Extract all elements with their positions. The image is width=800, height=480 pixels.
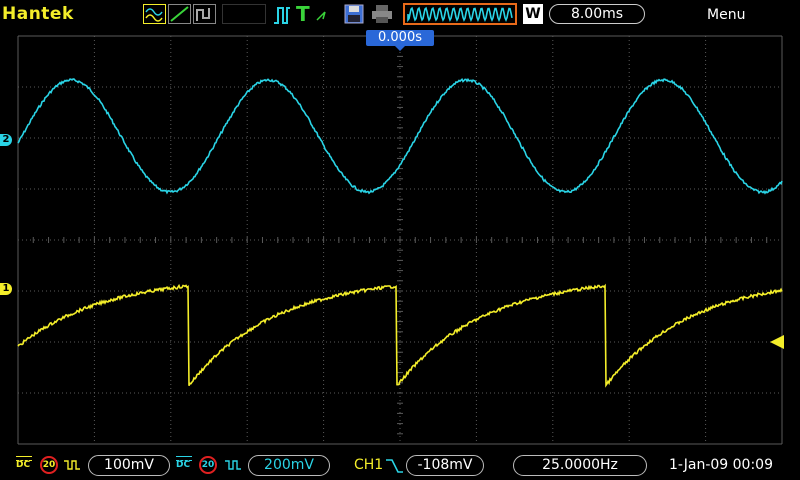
- save-icon[interactable]: [343, 3, 365, 25]
- pulse-icon: [274, 7, 290, 24]
- brand-logo: Hantek: [2, 4, 74, 24]
- ch1-coupling-indicator: DC: [16, 456, 32, 470]
- waveform-display[interactable]: [0, 0, 800, 480]
- memory-waveform-icon[interactable]: [403, 3, 517, 25]
- ch2-coupling-label: DC: [176, 460, 191, 470]
- ch2-bw-limit-badge[interactable]: 20: [199, 456, 217, 474]
- trigger-position-pointer-icon: [395, 46, 405, 51]
- trigger-position-readout[interactable]: 0.000s: [366, 30, 434, 46]
- empty-status-slot: [222, 4, 266, 24]
- print-icon[interactable]: [370, 3, 394, 25]
- ch1-bw-limit-badge[interactable]: 20: [40, 456, 58, 474]
- datetime-readout: 1-Jan-09 00:09: [669, 457, 773, 473]
- ch2-invert-icon: [225, 460, 241, 470]
- window-mode-button[interactable]: W: [523, 4, 543, 24]
- frequency-readout: 25.0000Hz: [513, 455, 647, 476]
- falling-edge-icon: [386, 459, 403, 473]
- bottom-status-bar: DC 20 100mV DC 20 200mV CH1 -108mV 25.00…: [0, 452, 800, 480]
- ch1-coupling-label: DC: [16, 460, 31, 470]
- trigger-source-label[interactable]: CH1: [354, 457, 383, 473]
- trigger-level-readout[interactable]: -108mV: [406, 455, 484, 476]
- timebase-readout[interactable]: 8.00ms: [549, 4, 645, 24]
- display-mode-icons[interactable]: [143, 4, 223, 26]
- ch2-ground-marker[interactable]: 2: [0, 134, 12, 146]
- trigger-t-icon: T: [296, 2, 310, 26]
- ch2-coupling-indicator: DC: [176, 456, 192, 470]
- ch2-volts-div-readout[interactable]: 200mV: [248, 455, 330, 476]
- ch1-ground-marker[interactable]: 1: [0, 283, 12, 295]
- top-status-bar: Hantek T W 8.00ms Menu: [0, 0, 800, 30]
- menu-button[interactable]: Menu: [707, 7, 745, 23]
- ch1-invert-icon: [64, 460, 80, 470]
- ch1-volts-div-readout[interactable]: 100mV: [88, 455, 170, 476]
- small-arrow-icon: [316, 11, 326, 21]
